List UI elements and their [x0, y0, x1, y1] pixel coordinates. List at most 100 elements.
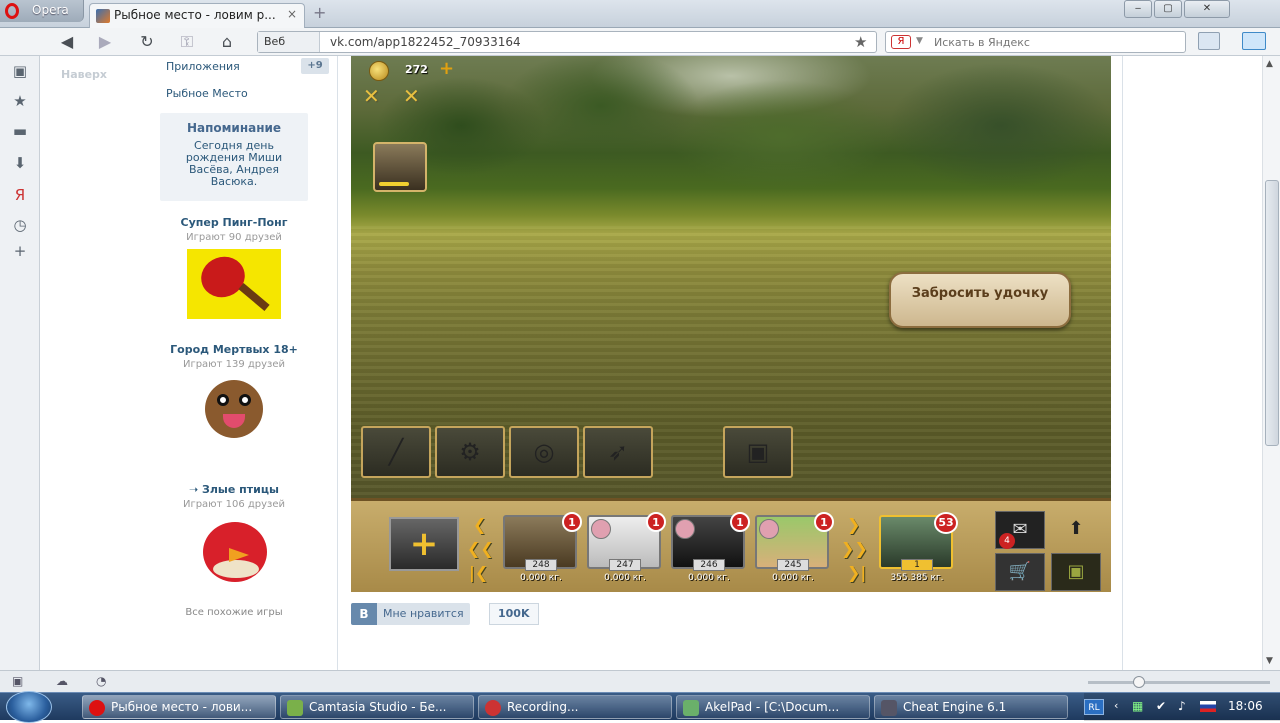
- notes-icon[interactable]: ▬: [10, 122, 30, 140]
- gear-icon[interactable]: [591, 519, 611, 539]
- address-bar[interactable]: Веб vk.com/app1822452_70933164 ★: [257, 31, 877, 53]
- start-button[interactable]: [6, 691, 52, 723]
- fishing-line-icon[interactable]: ◎: [509, 426, 579, 478]
- bookmark-star-icon[interactable]: ★: [854, 33, 867, 51]
- back-icon[interactable]: ◀: [56, 32, 78, 52]
- my-slot[interactable]: 53 1 355.385 кг.: [879, 512, 958, 583]
- taskbar-item[interactable]: Рыбное место - лови...: [82, 695, 276, 719]
- like-button[interactable]: B Мне нравится: [351, 603, 470, 625]
- url-text[interactable]: vk.com/app1822452_70933164: [330, 35, 521, 49]
- search-box[interactable]: Я ▼: [885, 31, 1186, 53]
- apps-count-badge[interactable]: +9: [301, 58, 329, 74]
- close-button[interactable]: ✕: [1184, 0, 1230, 18]
- friend-slot[interactable]: 1 245 0.000 кг.: [755, 512, 834, 583]
- scroll-up-icon[interactable]: ▲: [1266, 59, 1273, 69]
- panel-toggle-icon[interactable]: ▣: [10, 62, 30, 80]
- ping-pong-thumb[interactable]: [187, 249, 281, 319]
- add-friend-button[interactable]: +: [389, 517, 459, 571]
- yandex-logo-icon[interactable]: Я: [891, 35, 911, 49]
- reload-icon[interactable]: ↻: [136, 32, 158, 52]
- angry-birds-thumb[interactable]: [187, 516, 281, 586]
- history-icon[interactable]: ◷: [10, 216, 30, 234]
- taskbar-item[interactable]: Recording...: [478, 695, 672, 719]
- speedometer-icon[interactable]: ◔: [96, 674, 106, 688]
- monster-thumb[interactable]: [187, 376, 281, 446]
- opera-menu-button[interactable]: Opera: [0, 0, 84, 22]
- backpack-icon[interactable]: ▣: [1051, 553, 1101, 591]
- taskbar-item[interactable]: Cheat Engine 6.1: [874, 695, 1068, 719]
- lure-icon[interactable]: ➶: [583, 426, 653, 478]
- game-menu-link[interactable]: Рыбное Место: [166, 87, 248, 100]
- last-page-arrow-icon[interactable]: ❯|: [847, 563, 866, 582]
- minimize-button[interactable]: ‒: [1124, 0, 1152, 18]
- add-coins-button[interactable]: +: [439, 58, 454, 79]
- taskbar-item[interactable]: AkelPad - [C:\Docum...: [676, 695, 870, 719]
- similar-game-item[interactable]: Супер Пинг-Понг Играют 90 друзей: [160, 217, 308, 319]
- prev-page-arrow-icon[interactable]: ❮❮: [467, 539, 494, 558]
- maximize-button[interactable]: ▢: [1154, 0, 1182, 18]
- new-tab-button[interactable]: +: [313, 5, 326, 21]
- add-panel-icon[interactable]: +: [10, 242, 30, 260]
- similar-game-players: Играют 139 друзей: [182, 359, 286, 370]
- all-similar-games-link[interactable]: Все похожие игры: [160, 607, 308, 618]
- scroll-down-icon[interactable]: ▼: [1266, 656, 1273, 666]
- reel-icon[interactable]: ⚙: [435, 426, 505, 478]
- similar-game-title[interactable]: Супер Пинг-Понг: [160, 217, 308, 229]
- opera-link-icon[interactable]: [1242, 32, 1266, 50]
- speed-dial-icon[interactable]: [1198, 32, 1220, 50]
- cast-rod-button[interactable]: Забросить удочку: [889, 272, 1071, 328]
- gear-icon[interactable]: [759, 519, 779, 539]
- similar-game-item[interactable]: ➝ Злые птицы Играют 106 друзей: [160, 484, 308, 586]
- bookmarks-icon[interactable]: ★: [10, 92, 30, 110]
- address-context[interactable]: Веб: [258, 32, 320, 52]
- game-frame[interactable]: 272 + ✕ ✕ Забросить удочку ╱ ⚙ ◎ ➶ ▣ + ❮…: [351, 56, 1111, 592]
- tray-expand-icon[interactable]: ‹: [1114, 699, 1118, 712]
- tackle-box-icon[interactable]: ▣: [723, 426, 793, 478]
- first-page-arrow-icon[interactable]: |❮: [469, 563, 488, 582]
- similar-game-title[interactable]: Город Мертвых 18+: [160, 344, 308, 356]
- home-icon[interactable]: ⬆: [1051, 511, 1101, 549]
- network-icon[interactable]: ▦: [1132, 699, 1143, 713]
- next-page-arrow-icon[interactable]: ❯❯: [841, 539, 868, 558]
- security-icon[interactable]: ✔: [1156, 699, 1166, 713]
- player-avatar[interactable]: [373, 142, 427, 192]
- crossed-tools-icon[interactable]: ✕: [403, 84, 420, 108]
- lake-scene[interactable]: 272 + ✕ ✕ Забросить удочку ╱ ⚙ ◎ ➶ ▣: [351, 56, 1111, 498]
- volume-icon[interactable]: ♪: [1178, 699, 1186, 713]
- zoom-slider[interactable]: [1088, 681, 1270, 684]
- like-label[interactable]: Мне нравится: [377, 603, 470, 625]
- friend-slot[interactable]: 1 248 0.000 кг.: [503, 512, 582, 583]
- similar-game-item[interactable]: Город Мертвых 18+ Играют 139 друзей: [160, 344, 308, 446]
- yandex-icon[interactable]: Я: [10, 186, 30, 204]
- crossed-rods-icon[interactable]: ✕: [363, 84, 380, 108]
- home-icon[interactable]: ⌂: [216, 32, 238, 52]
- zoom-slider-handle[interactable]: [1133, 676, 1145, 688]
- friend-slot[interactable]: 1 246 0.000 кг.: [671, 512, 750, 583]
- taskbar-item[interactable]: Camtasia Studio - Бе...: [280, 695, 474, 719]
- friend-slot[interactable]: 1 247 0.000 кг.: [587, 512, 666, 583]
- shop-basket-icon[interactable]: 🛒: [995, 553, 1045, 591]
- clock[interactable]: 18:06: [1228, 699, 1263, 713]
- tab-close-icon[interactable]: ×: [287, 7, 297, 21]
- apps-menu-link[interactable]: Приложения: [166, 60, 240, 73]
- russian-flag-icon[interactable]: [1200, 701, 1216, 712]
- forward-icon[interactable]: ▶: [94, 32, 116, 52]
- tab-active[interactable]: Рыбное место - ловим р... ×: [89, 3, 305, 28]
- fishing-rod-icon[interactable]: ╱: [361, 426, 431, 478]
- cloud-icon[interactable]: ☁: [56, 674, 68, 688]
- search-input[interactable]: [934, 36, 1164, 49]
- scroll-thumb[interactable]: [1265, 180, 1279, 446]
- next-friend-arrow-icon[interactable]: ❯: [847, 515, 860, 534]
- downloads-icon[interactable]: ⬇: [10, 154, 30, 172]
- prev-friend-arrow-icon[interactable]: ❮: [473, 515, 486, 534]
- scroll-to-top-link[interactable]: Наверх: [61, 68, 107, 81]
- gear-icon[interactable]: [675, 519, 695, 539]
- panel-toggle-icon[interactable]: ▣: [12, 674, 23, 688]
- language-indicator[interactable]: RL: [1084, 699, 1104, 715]
- like-count[interactable]: 100K: [489, 603, 539, 625]
- search-dropdown-icon[interactable]: ▼: [916, 36, 923, 46]
- page-scrollbar[interactable]: ▲ ▼: [1262, 56, 1280, 670]
- similar-game-title[interactable]: ➝ Злые птицы: [160, 484, 308, 496]
- key-icon[interactable]: ⚿: [176, 32, 198, 52]
- reminder-text[interactable]: Сегодня день рождения Миши Васёва, Андре…: [166, 140, 302, 188]
